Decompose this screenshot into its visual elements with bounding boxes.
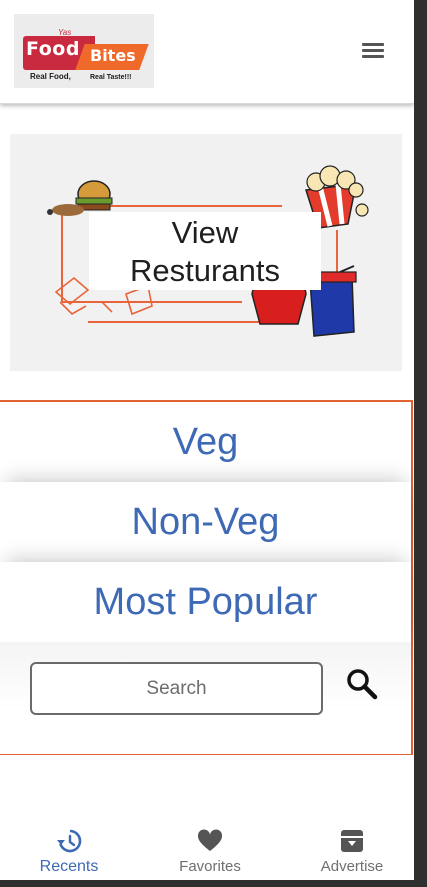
nav-recents[interactable]: Recents: [0, 812, 138, 880]
device-edge-right: [414, 0, 427, 887]
category-panel: Veg Non-Veg Most Popular: [0, 400, 413, 755]
logo-tagline-1: Real Food,: [30, 72, 71, 81]
logo-tagline-2: Real Taste!!!: [90, 74, 132, 81]
logo-word-food: Food: [26, 38, 80, 60]
nav-advertise[interactable]: Advertise: [283, 812, 414, 880]
heart-icon: [197, 829, 223, 851]
nav-favorites[interactable]: Favorites: [141, 812, 279, 880]
nav-favorites-label: Favorites: [179, 858, 241, 875]
app-screen: Yas Food Bites Real Food, Real Taste!!!: [0, 0, 414, 880]
search-input[interactable]: [30, 662, 323, 715]
category-most-popular-button[interactable]: Most Popular: [0, 562, 411, 642]
view-restaurants-banner[interactable]: View Resturants: [10, 134, 402, 371]
logo-word-bites: Bites: [90, 46, 136, 65]
category-veg-button[interactable]: Veg: [0, 402, 411, 482]
category-non-veg-button[interactable]: Non-Veg: [0, 482, 411, 562]
nav-recents-label: Recents: [39, 858, 99, 875]
banner-label-line1: View: [171, 215, 239, 250]
nav-advertise-label: Advertise: [320, 858, 384, 875]
archive-icon: [341, 830, 363, 852]
logo-script: Yas: [58, 28, 72, 37]
search-icon[interactable]: [342, 664, 382, 704]
hamburger-menu-icon[interactable]: [358, 40, 388, 64]
banner-label-line2: Resturants: [130, 253, 280, 288]
food-bites-logo[interactable]: Yas Food Bites Real Food, Real Taste!!!: [14, 14, 154, 88]
app-header: Yas Food Bites Real Food, Real Taste!!!: [0, 0, 414, 104]
burger-icon: [47, 180, 113, 216]
bottom-navigation: Recents Favorites Advertise: [0, 812, 414, 880]
history-icon: [57, 829, 82, 853]
device-edge-bottom: [0, 880, 427, 887]
view-restaurants-label[interactable]: View Resturants: [89, 212, 321, 290]
